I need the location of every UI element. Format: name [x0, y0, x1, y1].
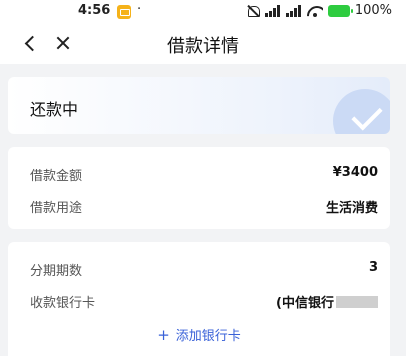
status-dot: ·: [137, 2, 142, 17]
loan-info-card: 借款金额 ¥3400 借款用途 生活消费: [8, 147, 390, 229]
navigation-bar: 借款详情: [0, 24, 406, 64]
loan-purpose-label: 借款用途: [30, 201, 83, 216]
loan-purpose-row: 借款用途 生活消费: [30, 197, 378, 217]
top-bar: 4:56 · 100% 借款详情: [0, 0, 406, 64]
loan-amount-label: 借款金额: [30, 169, 83, 184]
status-icons: 100%: [246, 3, 392, 18]
status-time: 4:56: [78, 3, 111, 18]
add-bank-card-label: 添加银行卡: [175, 329, 241, 344]
add-bank-card-button[interactable]: + 添加银行卡: [8, 325, 390, 344]
installment-card: 分期期数 3 收款银行卡 (中信银行 + 添加银行卡: [8, 242, 390, 356]
installment-periods-row: 分期期数 3: [30, 260, 378, 280]
installment-periods-label: 分期期数: [30, 264, 83, 279]
loan-status-label: 还款中: [30, 100, 79, 119]
signal-icon: [264, 4, 281, 17]
loan-amount-value: ¥3400: [332, 165, 378, 180]
masked-card-number: [336, 296, 378, 308]
bank-card-value: (中信银行: [276, 296, 334, 311]
bank-card-row[interactable]: 收款银行卡 (中信银行: [30, 292, 378, 312]
loan-status-card: 还款中: [8, 77, 390, 134]
loan-amount-row: 借款金额 ¥3400: [30, 165, 378, 185]
bank-card-value-wrap: (中信银行: [276, 292, 378, 311]
notification-icon: [117, 5, 131, 19]
signal-2-icon: [285, 4, 302, 17]
loan-purpose-value: 生活消费: [325, 201, 378, 216]
bank-card-label: 收款银行卡: [30, 296, 96, 311]
check-icon: [333, 89, 390, 134]
mute-icon: [246, 4, 260, 17]
wifi-icon: [307, 5, 323, 17]
status-bar: 4:56 · 100%: [0, 0, 406, 24]
installment-periods-value: 3: [368, 260, 378, 275]
page-title: 借款详情: [167, 36, 239, 57]
battery-icon: [327, 4, 353, 17]
battery-percent: 100%: [354, 3, 392, 18]
plus-icon: +: [157, 326, 170, 344]
